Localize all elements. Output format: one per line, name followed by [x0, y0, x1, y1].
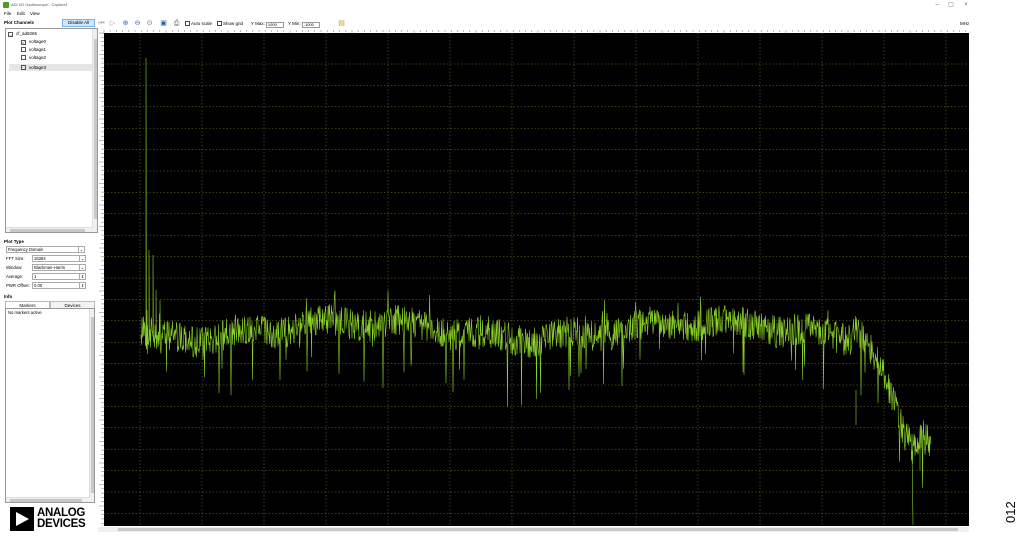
average-row: Average: 1 ⇕: [6, 273, 86, 280]
plot-horizontal-scrollbar[interactable]: [98, 527, 969, 532]
channel-checkbox[interactable]: [21, 47, 26, 52]
menu-bar: File Edit View: [0, 10, 300, 18]
average-label: Average:: [6, 274, 24, 279]
fft-size-select[interactable]: 16384 ⌄: [32, 255, 86, 262]
chevron-down-icon[interactable]: ⌄: [78, 247, 84, 252]
plot-type-heading: Plot Type: [4, 239, 24, 244]
pwr-offset-row: PWR Offset: 0.00 ⇕: [6, 282, 86, 289]
scroll-thumb[interactable]: [91, 317, 94, 493]
plot-toolbar: ⏮ ▷ ⊕ ⊖ ⊙ ▣ ⎙ Auto scale Show grid Y Max…: [98, 19, 978, 29]
menu-edit[interactable]: Edit: [17, 10, 25, 18]
spin-arrows-icon[interactable]: ⇕: [79, 283, 85, 288]
average-value: 1: [34, 274, 37, 279]
chevron-down-icon[interactable]: ⌄: [79, 265, 85, 270]
show-grid-label: Show grid: [223, 21, 244, 26]
maximize-button[interactable]: ▢: [946, 0, 956, 10]
collapse-icon[interactable]: –: [8, 32, 13, 37]
channel-tree: – cf_ad9265 ✓ voltage0 voltage1 voltage2 v…: [5, 28, 98, 233]
menu-file[interactable]: File: [4, 10, 11, 18]
tree-channel-voltage2[interactable]: voltage2: [21, 54, 46, 61]
device-label: cf_ad9265: [16, 31, 38, 36]
y-max-input[interactable]: 1000: [265, 22, 284, 28]
channel-label: voltage0: [29, 39, 47, 44]
y-min-control: Y Min: -1000: [288, 20, 320, 28]
y-max-label: Y Max:: [251, 21, 265, 26]
tree-channel-voltage3[interactable]: voltage3: [9, 64, 93, 71]
scroll-thumb[interactable]: [10, 499, 82, 502]
fft-plot-canvas[interactable]: [98, 30, 969, 526]
zoom-in-icon[interactable]: ⊕: [122, 20, 129, 27]
first-icon[interactable]: ⏮: [98, 20, 105, 27]
window-select[interactable]: Blackman-Harris ⌄: [32, 264, 86, 271]
y-max-control: Y Max: 1000: [251, 20, 284, 28]
close-button[interactable]: ×: [961, 0, 971, 10]
window-row: Window: Blackman-Harris ⌄: [6, 264, 86, 271]
menu-view[interactable]: View: [30, 10, 40, 18]
chevron-down-icon[interactable]: ⌄: [79, 256, 85, 261]
fft-plot[interactable]: [98, 30, 969, 526]
pwr-offset-value: 0.00: [34, 283, 43, 288]
analog-devices-logo: ANALOG DEVICES: [10, 507, 90, 531]
scroll-thumb[interactable]: [94, 39, 97, 219]
zoom-out-icon[interactable]: ⊖: [134, 20, 141, 27]
info-scrollbar[interactable]: [89, 309, 94, 502]
spin-arrows-icon[interactable]: ⇕: [79, 274, 85, 279]
window-value: Blackman-Harris: [34, 265, 65, 270]
info-horizontal-scrollbar[interactable]: [6, 497, 90, 502]
auto-scale-checkbox[interactable]: [185, 21, 190, 26]
show-grid-checkbox[interactable]: [217, 21, 222, 26]
domain-select-row: Frequency Domain ⌄: [6, 246, 86, 253]
disable-all-button[interactable]: Disable All: [62, 19, 95, 27]
logo-triangle-icon: [10, 507, 34, 531]
channel-checkbox[interactable]: [21, 55, 26, 60]
tree-scrollbar[interactable]: [92, 29, 97, 232]
window-title: ADI IIO Oscilloscope - Capture1: [11, 2, 68, 7]
app-icon: [3, 2, 9, 8]
logo-word-2: DEVICES: [37, 518, 86, 530]
info-heading: Info: [4, 294, 13, 299]
frequency-unit-label: MHz: [960, 21, 970, 26]
figure-number: 012: [1003, 501, 1018, 523]
play-icon[interactable]: ▷: [109, 20, 116, 27]
pwr-offset-spinbox[interactable]: 0.00 ⇕: [32, 282, 86, 289]
zoom-fit-icon[interactable]: ⊙: [146, 20, 153, 27]
save-icon[interactable]: ▣: [160, 20, 167, 27]
channel-label: voltage3: [29, 65, 47, 70]
print-icon[interactable]: ⎙: [173, 20, 180, 27]
domain-value: Frequency Domain: [8, 247, 44, 252]
domain-select[interactable]: Frequency Domain ⌄: [6, 246, 85, 253]
plot-channels-heading: Plot Channels: [4, 20, 35, 25]
pwr-offset-label: PWR Offset:: [6, 283, 30, 288]
average-spinbox[interactable]: 1 ⇕: [32, 273, 86, 280]
auto-scale-toggle[interactable]: Auto scale: [185, 20, 212, 28]
fft-size-value: 16384: [34, 256, 46, 261]
channel-label: voltage2: [29, 55, 47, 60]
y-min-label: Y Min:: [288, 21, 301, 26]
title-bar: ADI IIO Oscilloscope - Capture1 – ▢ ×: [0, 0, 975, 10]
channel-checkbox[interactable]: ✓: [21, 40, 26, 45]
tree-horizontal-scrollbar[interactable]: [6, 227, 93, 232]
markers-message: No markers active: [8, 310, 42, 315]
settings-icon[interactable]: ▤: [338, 20, 345, 27]
fft-size-row: FFT Size: 16384 ⌄: [6, 255, 86, 262]
tree-channel-voltage1[interactable]: voltage1: [21, 46, 46, 53]
scroll-thumb[interactable]: [118, 528, 958, 531]
tree-channel-voltage0[interactable]: ✓ voltage0: [21, 38, 46, 45]
channel-label: voltage1: [29, 47, 47, 52]
window-label: Window:: [6, 265, 23, 270]
show-grid-toggle[interactable]: Show grid: [217, 20, 243, 28]
scroll-thumb[interactable]: [10, 229, 85, 232]
tree-device[interactable]: – cf_ad9265: [8, 30, 37, 37]
info-panel: No markers active: [5, 308, 95, 503]
channel-checkbox[interactable]: [21, 65, 26, 70]
fft-size-label: FFT Size:: [6, 256, 25, 261]
y-min-input[interactable]: -1000: [301, 22, 320, 28]
minimize-button[interactable]: –: [932, 0, 942, 10]
auto-scale-label: Auto scale: [191, 21, 213, 26]
